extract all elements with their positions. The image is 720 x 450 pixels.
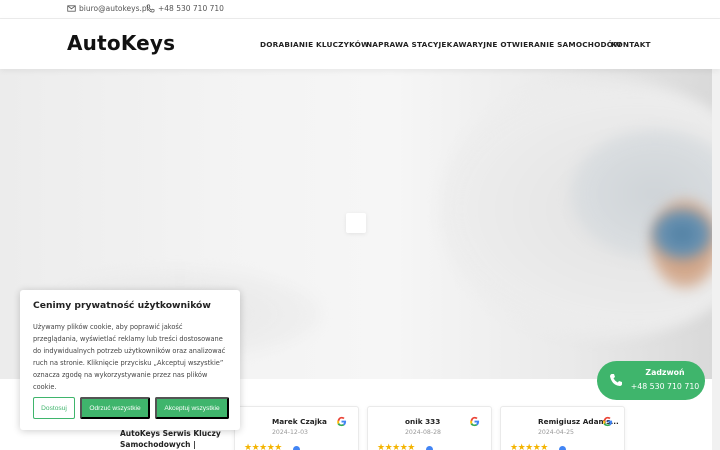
review-date: 2024-08-28 bbox=[405, 429, 441, 436]
cookie-title: Cenimy prywatność użytkowników bbox=[33, 300, 211, 311]
review-date: 2024-12-03 bbox=[272, 429, 308, 436]
google-icon bbox=[470, 416, 480, 427]
reviewer-name: Marek Czajka bbox=[272, 417, 327, 426]
call-button[interactable]: Zadzwoń +48 530 710 710 bbox=[597, 361, 705, 400]
rating-stars: ★★★★★ bbox=[377, 443, 415, 450]
call-number: +48 530 710 710 bbox=[630, 382, 700, 391]
cookie-banner: Cenimy prywatność użytkowników Używamy p… bbox=[20, 290, 240, 430]
review-date: 2024-04-25 bbox=[538, 429, 574, 436]
envelope-icon bbox=[67, 5, 76, 12]
reject-all-button[interactable]: Odrzuć wszystkie bbox=[80, 397, 150, 419]
site-header: AutoKeys DORABIANIE KLUCZYKÓW NAPRAWA ST… bbox=[0, 19, 720, 69]
nav-item-contact[interactable]: KONTAKT bbox=[611, 40, 651, 49]
rating-stars: ★★★★★ bbox=[244, 443, 282, 450]
google-icon bbox=[603, 416, 613, 427]
phone-link[interactable]: +48 530 710 710 bbox=[146, 4, 224, 13]
verified-badge-icon bbox=[293, 446, 300, 450]
email-link[interactable]: biuro@autokeys.pl bbox=[67, 4, 149, 13]
customize-button[interactable]: Dostosuj bbox=[33, 397, 75, 419]
reviews-summary-title: AutoKeys Serwis Kluczy Samochodowych | bbox=[120, 429, 221, 449]
nav-item-emergency-opening[interactable]: AWARYJNE OTWIERANIE SAMOCHODÓW bbox=[453, 40, 621, 49]
scrollbar[interactable] bbox=[712, 69, 720, 450]
nav-item-ignition-repair[interactable]: NAPRAWA STACYJEK bbox=[366, 40, 452, 49]
phone-text: +48 530 710 710 bbox=[158, 4, 224, 13]
driver-shirt bbox=[652, 209, 712, 259]
nav-item-key-duplication[interactable]: DORABIANIE KLUCZYKÓW bbox=[260, 40, 369, 49]
reviewer-name: onik 333 bbox=[405, 417, 441, 426]
verified-badge-icon bbox=[559, 446, 566, 450]
accept-all-button[interactable]: Akceptuj wszystkie bbox=[155, 397, 229, 419]
review-card[interactable]: Marek Czajka 2024-12-03 ★★★★★ bbox=[234, 406, 359, 450]
top-bar: biuro@autokeys.pl +48 530 710 710 bbox=[0, 0, 720, 19]
logo[interactable]: AutoKeys bbox=[67, 31, 175, 55]
email-text: biuro@autokeys.pl bbox=[79, 4, 149, 13]
video-play-button[interactable] bbox=[346, 213, 366, 233]
verified-badge-icon bbox=[426, 446, 433, 450]
rating-stars: ★★★★★ bbox=[510, 443, 548, 450]
review-card[interactable]: onik 333 2024-08-28 ★★★★★ bbox=[367, 406, 492, 450]
call-label: Zadzwoń bbox=[645, 368, 685, 377]
review-card[interactable]: Remigiusz Adams... 2024-04-25 ★★★★★ bbox=[500, 406, 625, 450]
phone-icon bbox=[146, 4, 155, 13]
google-icon bbox=[337, 416, 347, 427]
phone-icon bbox=[610, 374, 622, 386]
cookie-text: Używamy plików cookie, aby poprawić jako… bbox=[33, 323, 226, 391]
